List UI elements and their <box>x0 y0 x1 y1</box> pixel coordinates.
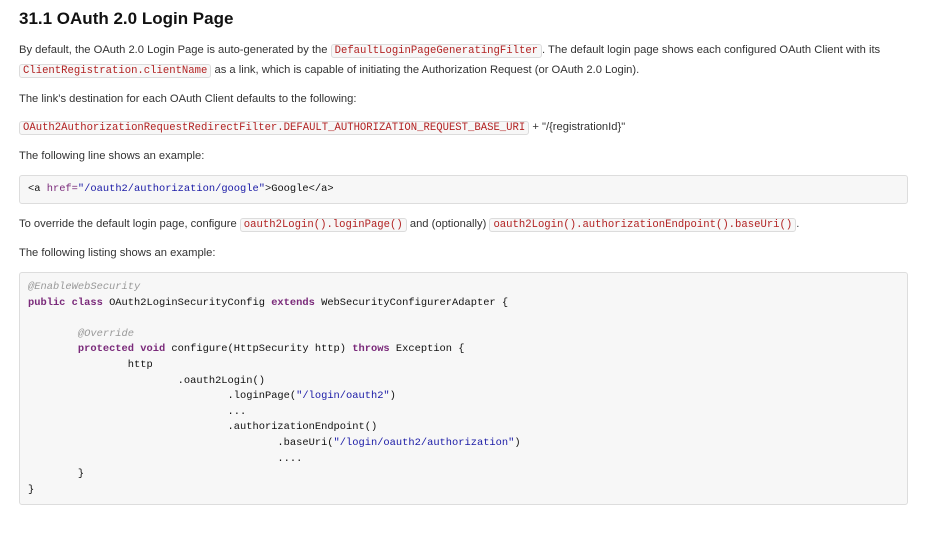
text: By default, the OAuth 2.0 Login Page is … <box>19 44 331 56</box>
inline-code: ClientRegistration.clientName <box>19 64 212 78</box>
code-token: ) <box>389 390 396 403</box>
code-line: protected void configure(HttpSecurity ht… <box>28 342 899 358</box>
listing-intro: The following listing shows an example: <box>19 247 216 259</box>
code-token: } <box>77 468 85 481</box>
code-token: Exception { <box>389 343 465 356</box>
code-line: .authorizationEndpoint() <box>28 420 899 436</box>
text: as a link, which is capable of initiatin… <box>211 64 640 76</box>
code-line: .loginPage("/login/oauth2") <box>28 389 899 405</box>
code-line: ... <box>28 405 899 421</box>
override-paragraph: To override the default login page, conf… <box>19 215 909 235</box>
code-line: .oauth2Login() <box>28 374 899 390</box>
document-page: 31.1 OAuth 2.0 Login Page By default, th… <box>0 0 928 506</box>
code-token: extends <box>271 296 315 309</box>
code-block-link-example: <a href="/oauth2/authorization/google">G… <box>19 175 908 204</box>
code-token: http <box>127 358 153 371</box>
example-intro: The following line shows an example: <box>19 150 205 162</box>
text: and (optionally) <box>406 218 490 230</box>
inline-code: oauth2Login().loginPage() <box>239 218 407 232</box>
base-uri-paragraph: OAuth2AuthorizationRequestRedirectFilter… <box>19 118 909 138</box>
code-line: public class OAuth2LoginSecurityConfig e… <box>28 296 899 312</box>
code-token: protected void <box>77 343 166 356</box>
code-token: throws <box>352 343 390 356</box>
code-token: >Google</a> <box>264 183 334 195</box>
code-token: .loginPage( <box>227 390 297 403</box>
inline-code: DefaultLoginPageGeneratingFilter <box>330 44 543 58</box>
code-token: "/login/oauth2" <box>296 390 390 403</box>
code-token: .authorizationEndpoint() <box>227 421 378 434</box>
code-token: ... <box>227 405 247 418</box>
code-token: <a <box>28 183 47 195</box>
code-token: .... <box>277 452 303 465</box>
code-token: .baseUri( <box>277 436 334 449</box>
intro-paragraph: By default, the OAuth 2.0 Login Page is … <box>19 41 909 81</box>
inline-code: oauth2Login().authorizationEndpoint().ba… <box>489 218 797 232</box>
code-line: .... <box>28 452 899 468</box>
code-token: .oauth2Login() <box>177 374 265 387</box>
code-line: .baseUri("/login/oauth2/authorization") <box>28 436 899 452</box>
code-token: public class <box>28 296 103 309</box>
text: . The default login page shows each conf… <box>542 44 881 56</box>
code-token: href= <box>46 183 78 195</box>
code-line: @EnableWebSecurity <box>28 280 899 296</box>
code-token: @EnableWebSecurity <box>28 281 141 293</box>
code-block-listing: @EnableWebSecurity public class OAuth2Log… <box>19 272 908 506</box>
text: To override the default login page, conf… <box>19 218 240 230</box>
code-token: @Override <box>77 327 135 340</box>
code-line: } <box>28 483 899 499</box>
code-token: OAuth2LoginSecurityConfig <box>102 296 272 309</box>
text: . <box>796 218 800 230</box>
code-line: http <box>28 358 899 374</box>
code-token: } <box>28 483 35 496</box>
text: + "/{registrationId}" <box>529 121 626 133</box>
destination-paragraph: The link’s destination for each OAuth Cl… <box>19 93 357 105</box>
code-token: configure(HttpSecurity http) <box>165 343 353 356</box>
code-token: WebSecurityConfigurerAdapter { <box>314 296 509 309</box>
inline-code: OAuth2AuthorizationRequestRedirectFilter… <box>19 121 530 135</box>
section-heading: 31.1 OAuth 2.0 Login Page <box>19 9 234 28</box>
code-line: @Override <box>28 327 899 343</box>
code-token: ) <box>514 436 521 449</box>
code-token: "/oauth2/authorization/google" <box>77 183 265 195</box>
code-line: } <box>28 467 899 483</box>
code-token: "/login/oauth2/authorization" <box>333 436 515 449</box>
